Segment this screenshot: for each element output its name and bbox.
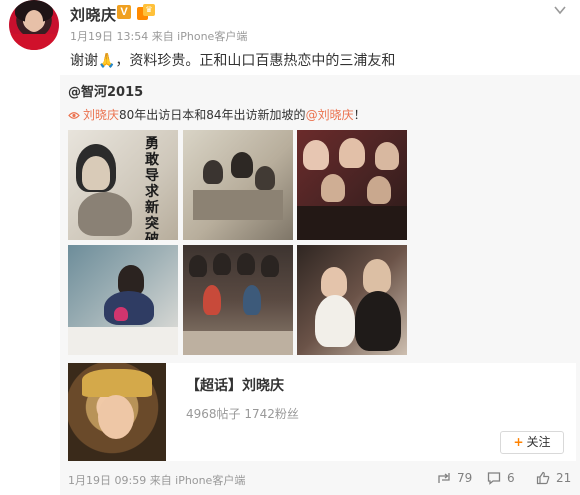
- mention-link[interactable]: @刘晓庆: [306, 108, 354, 122]
- photo-5[interactable]: [183, 245, 293, 355]
- repost-text: 刘晓庆80年出访日本和84年出访新加坡的@刘晓庆！: [68, 106, 366, 123]
- repost-middle-text: 80年出访日本和84年出访新加坡的: [119, 108, 306, 122]
- repost-count: 79: [457, 471, 473, 485]
- comment-button[interactable]: 6: [487, 470, 515, 486]
- topic-thumbnail: [68, 363, 166, 461]
- photo-grid: 勇敢导求新突破: [68, 130, 408, 356]
- super-topic-card[interactable]: 【超话】刘晓庆 4968帖子 1742粉丝 + 关注: [68, 363, 576, 461]
- rank-badge-icon: ♛: [137, 4, 155, 20]
- repost-author[interactable]: @智河2015: [68, 81, 143, 100]
- post-text: 谢谢🙏，资料珍贵。正和山口百惠热恋中的三浦友和: [70, 53, 396, 69]
- avatar[interactable]: [9, 0, 59, 50]
- post-header: 刘晓庆 V ♛ 1月19日 13:54 来自 iPhone客户端 谢谢🙏，资料珍…: [0, 0, 580, 74]
- plus-icon: +: [513, 435, 524, 449]
- like-icon: [536, 471, 550, 485]
- topic-title[interactable]: 【超话】刘晓庆: [186, 375, 284, 395]
- photo-6[interactable]: [297, 245, 407, 355]
- repost-icon: [438, 473, 450, 483]
- like-count: 21: [556, 471, 572, 485]
- repost-suffix: ！: [353, 108, 366, 122]
- post-meta: 1月19日 13:54 来自 iPhone客户端: [70, 30, 248, 43]
- repost-block[interactable]: @智河2015 刘晓庆80年出访日本和84年出访新加坡的@刘晓庆！ 勇敢导求新突…: [60, 75, 580, 495]
- repost-button[interactable]: 79: [437, 470, 472, 486]
- follow-button[interactable]: + 关注: [500, 431, 564, 454]
- author-name[interactable]: 刘晓庆: [70, 4, 117, 25]
- comment-count: 6: [507, 471, 515, 485]
- comment-icon: [487, 472, 501, 485]
- chevron-down-icon[interactable]: [553, 3, 567, 17]
- follow-label: 关注: [526, 435, 551, 449]
- verified-badge-icon: V: [117, 5, 131, 19]
- weibo-post: 刘晓庆 V ♛ 1月19日 13:54 来自 iPhone客户端 谢谢🙏，资料珍…: [0, 0, 580, 495]
- repost-time: 1月19日 09:59 来自 iPhone客户端: [68, 474, 246, 487]
- topic-link[interactable]: 刘晓庆: [83, 108, 119, 122]
- photo-3[interactable]: [297, 130, 407, 240]
- photo-caption: 勇敢导求新突破: [145, 136, 159, 240]
- photo-2[interactable]: [183, 130, 293, 240]
- eye-icon: [68, 112, 80, 119]
- photo-1[interactable]: 勇敢导求新突破: [68, 130, 178, 240]
- topic-stats: 4968帖子 1742粉丝: [186, 407, 299, 421]
- like-button[interactable]: 21: [536, 470, 571, 486]
- photo-4[interactable]: [68, 245, 178, 355]
